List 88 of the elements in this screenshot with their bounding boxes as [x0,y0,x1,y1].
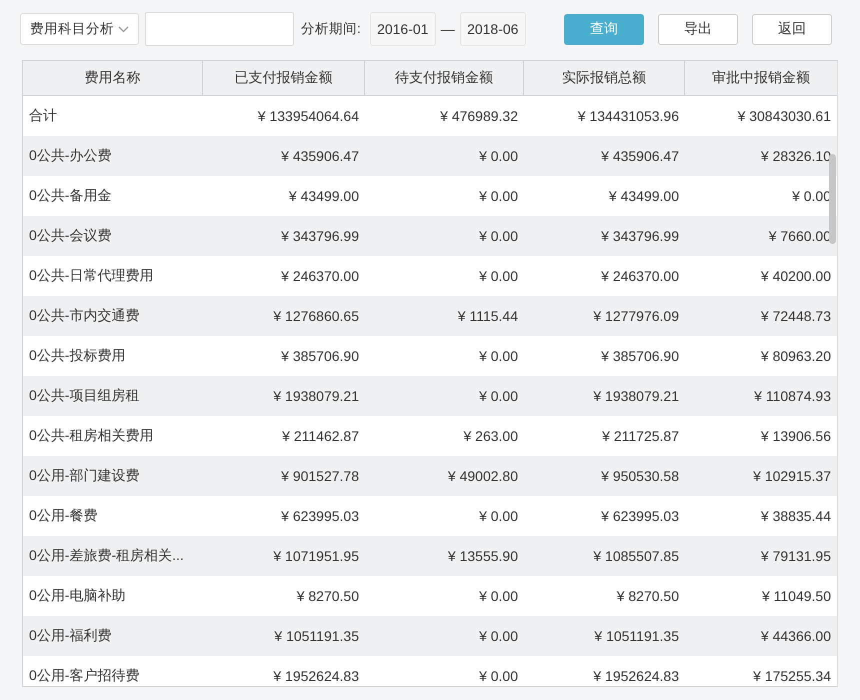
table-cell-text: 0公用-福利费 [28,627,112,645]
start-date-field[interactable]: 2016-01 [370,12,436,46]
table-cell-text: ¥ 134431053.96 [576,108,680,124]
column-header[interactable]: 已支付报销金额 [203,61,365,95]
table-cell-text: ¥ 8270.50 [296,588,360,604]
table-cell-text: ¥ 30843030.61 [736,108,832,124]
table-cell-text: 0公共-会议费 [28,227,112,245]
table-cell-text: ¥ 0.00 [478,588,519,604]
table-cell-text: ¥ 72448.73 [760,308,832,324]
table-cell-text: ¥ 13555.90 [446,548,519,564]
table-cell-text: ¥ 435906.47 [280,148,360,164]
table-cell-text: ¥ 476989.32 [439,108,519,124]
period-separator: — [440,21,455,37]
table-cell-text: ¥ 28326.10 [760,148,832,164]
table-cell-text: ¥ 0.00 [478,388,519,404]
table-cell-text: ¥ 0.00 [478,268,519,284]
table-cell-text: 0公共-日常代理费用 [28,267,154,285]
table-cell-text: ¥ 40200.00 [760,268,832,284]
table-cell-text: ¥ 13906.56 [760,428,832,444]
toolbar-button[interactable]: 返回 [752,14,832,44]
table-cell-text: ¥ 435906.47 [600,148,680,164]
table-cell-text: ¥ 211462.87 [281,428,360,444]
table-cell-text: ¥ 38835.44 [760,508,832,524]
table-cell-text: ¥ 0.00 [478,228,519,244]
table-cell-text: ¥ 133954064.64 [256,108,360,124]
table-cell-text: ¥ 1277976.09 [592,308,680,324]
table-cell-text: 0公共-租房相关费用 [28,427,154,445]
table-cell-text: ¥ 1276860.65 [272,308,360,324]
table-cell-text: ¥ 1952624.83 [272,668,360,684]
table-cell-text: 0公用-电脑补助 [28,587,126,605]
table-cell-text: 0公用-差旅费-租房相关... [28,547,185,565]
table-cell-text: ¥ 79131.95 [760,548,832,564]
table-cell-text: ¥ 623995.03 [280,508,360,524]
chevron-down-icon [118,26,129,32]
table-cell-text: ¥ 343796.99 [280,228,360,244]
table-cell-text: ¥ 1051191.35 [593,628,680,644]
column-header[interactable]: 审批中报销金额 [685,61,837,95]
table-cell-text: ¥ 110874.93 [753,388,832,404]
table-cell-text: ¥ 175255.34 [752,668,832,684]
table-cell-text: ¥ 343796.99 [600,228,680,244]
table-cell-text: ¥ 1051191.35 [273,628,360,644]
column-header[interactable]: 费用名称 [23,61,203,95]
column-header[interactable]: 实际报销总额 [524,61,685,95]
period-label: 分析期间: [301,20,361,38]
table-cell-text: ¥ 385706.90 [600,348,680,364]
table-cell-text: ¥ 211725.87 [601,428,680,444]
table-cell-text: ¥ 263.00 [462,428,519,444]
table-cell-text: ¥ 11049.50 [760,588,832,604]
category-dropdown[interactable]: 费用科目分析 [20,13,139,45]
table-cell-text: ¥ 0.00 [478,628,519,644]
table-cell-text: ¥ 385706.90 [280,348,360,364]
table-cell-text: ¥ 0.00 [478,508,519,524]
toolbar-button[interactable]: 导出 [658,14,738,44]
table-cell-text: ¥ 80963.20 [760,348,832,364]
table-cell-text: ¥ 102915.37 [752,468,832,484]
table-cell-text: 0公用-客户招待费 [28,667,140,685]
table-cell-text: ¥ 43499.00 [608,188,680,204]
table-cell-text: 合计 [28,107,58,125]
table-cell-text: ¥ 901527.78 [280,468,360,484]
table-cell-text: 0公共-投标费用 [28,347,126,365]
table-cell-text: ¥ 1952624.83 [592,668,680,684]
table-cell-text: 0公共-办公费 [28,147,112,165]
table-cell-text: ¥ 44366.00 [760,628,832,644]
table-cell-text: ¥ 246370.00 [600,268,680,284]
table-cell-text: ¥ 950530.58 [600,468,680,484]
table-cell-text: ¥ 623995.03 [600,508,680,524]
end-date-field[interactable]: 2018-06 [460,12,526,46]
keyword-input-field[interactable] [145,12,294,46]
table-cell-text: ¥ 0.00 [478,188,519,204]
scrollbar-thumb[interactable] [829,154,836,244]
table-cell-text: ¥ 49002.80 [446,468,519,484]
table-cell-text: 0公共-市内交通费 [28,307,140,325]
table-cell-text: 0公用-部门建设费 [28,467,140,485]
table-cell-text: ¥ 8270.50 [616,588,680,604]
table-cell-text: ¥ 1115.44 [456,308,519,324]
column-header[interactable]: 待支付报销金额 [365,61,524,95]
table-cell-text: ¥ 1938079.21 [272,388,360,404]
table-cell-text: 0公共-项目组房租 [28,387,140,405]
table-cell-text: ¥ 1938079.21 [592,388,680,404]
table-cell-text: ¥ 1085507.85 [592,548,680,564]
table-cell-text: ¥ 246370.00 [280,268,360,284]
table-cell-text: ¥ 43499.00 [288,188,360,204]
table-cell-text: ¥ 0.00 [478,148,519,164]
table-cell-text: 0公用-餐费 [28,507,98,525]
table-cell-text: ¥ 1071951.95 [272,548,360,564]
table-cell-text: 0公共-备用金 [28,187,112,205]
table-cell-text: ¥ 0.00 [478,348,519,364]
table-cell-text: ¥ 0.00 [478,668,519,684]
